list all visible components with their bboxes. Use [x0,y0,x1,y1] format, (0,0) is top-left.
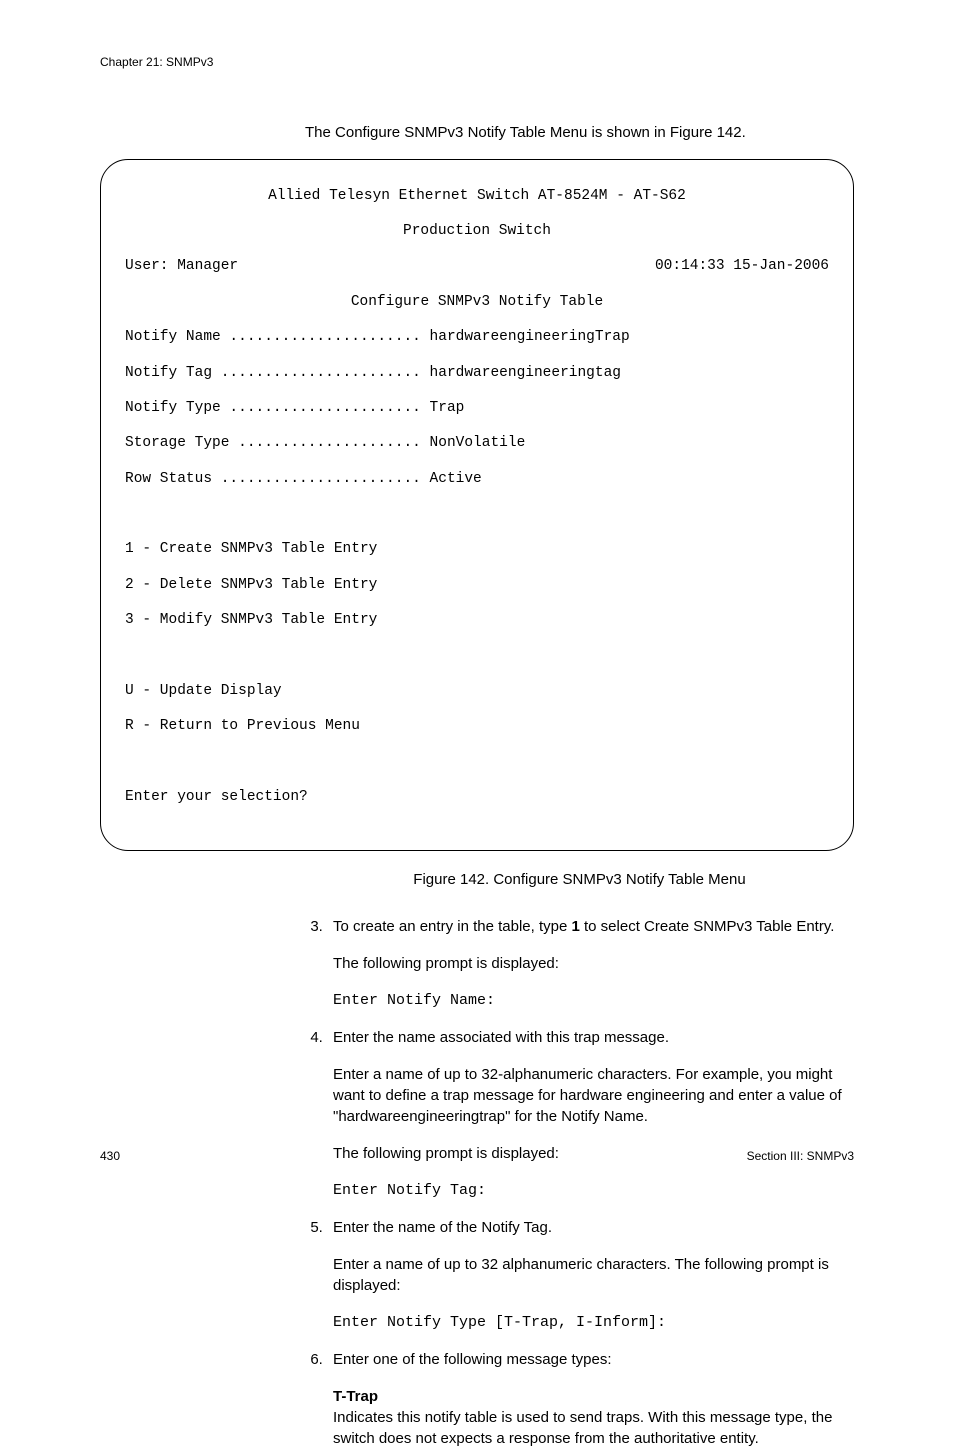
step-3-text-c: to select Create SNMPv3 Table Entry. [580,918,835,935]
step-4-p1: Enter a name of up to 32-alphanumeric ch… [333,1064,854,1127]
step-3-key: 1 [571,918,579,935]
terminal-row-storage-type: Storage Type ..................... NonVo… [125,435,829,453]
terminal-row-row-status: Row Status ....................... Activ… [125,471,829,489]
terminal-menu-3: 3 - Modify SNMPv3 Table Entry [125,612,829,630]
section-label: Section III: SNMPv3 [747,1149,854,1163]
terminal-figure: Allied Telesyn Ethernet Switch AT-8524M … [100,159,854,851]
chapter-header: Chapter 21: SNMPv3 [100,55,854,69]
figure-caption: Figure 142. Configure SNMPv3 Notify Tabl… [305,871,854,888]
page-number: 430 [100,1149,120,1163]
terminal-section-title: Configure SNMPv3 Notify Table [125,294,829,312]
step-4: Enter the name associated with this trap… [327,1027,854,1201]
terminal-title-2: Production Switch [125,223,829,241]
terminal-menu-1: 1 - Create SNMPv3 Table Entry [125,541,829,559]
step-6-heading: T-Trap [333,1388,378,1405]
steps-list: To create an entry in the table, type 1 … [305,916,854,1449]
step-3-code: Enter Notify Name: [333,990,854,1011]
step-5-p1: Enter a name of up to 32 alphanumeric ch… [333,1254,854,1296]
step-3: To create an entry in the table, type 1 … [327,916,854,1011]
step-3-prompt-label: The following prompt is displayed: [333,953,854,974]
step-6-p1: Indicates this notify table is used to s… [333,1407,854,1449]
terminal-row-notify-tag: Notify Tag ....................... hardw… [125,365,829,383]
step-5-text: Enter the name of the Notify Tag. [333,1219,552,1236]
terminal-prompt: Enter your selection? [125,789,829,807]
terminal-user: User: Manager [125,258,238,276]
terminal-menu-u: U - Update Display [125,683,829,701]
page-footer: 430 Section III: SNMPv3 [100,1149,854,1163]
step-6-text: Enter one of the following message types… [333,1351,612,1368]
terminal-row-notify-name: Notify Name ...................... hardw… [125,329,829,347]
step-4-text: Enter the name associated with this trap… [333,1029,669,1046]
intro-text: The Configure SNMPv3 Notify Table Menu i… [305,124,854,141]
terminal-menu-2: 2 - Delete SNMPv3 Table Entry [125,577,829,595]
step-4-code: Enter Notify Tag: [333,1180,854,1201]
terminal-row-notify-type: Notify Type ...................... Trap [125,400,829,418]
terminal-title-1: Allied Telesyn Ethernet Switch AT-8524M … [125,188,829,206]
step-3-text-a: To create an entry in the table, type [333,918,571,935]
terminal-timestamp: 00:14:33 15-Jan-2006 [655,258,829,276]
step-6: Enter one of the following message types… [327,1349,854,1449]
terminal-menu-r: R - Return to Previous Menu [125,718,829,736]
step-5-code: Enter Notify Type [T-Trap, I-Inform]: [333,1312,854,1333]
